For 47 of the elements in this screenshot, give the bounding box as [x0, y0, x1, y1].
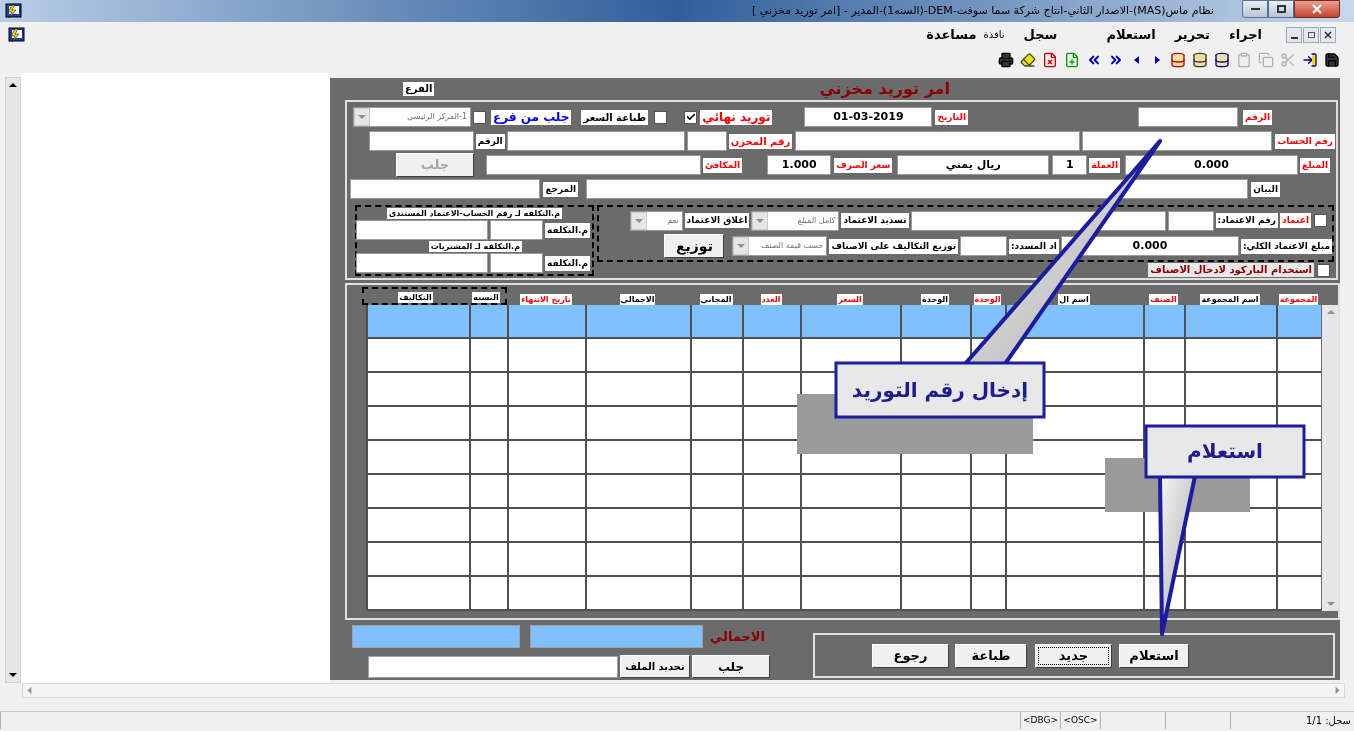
column-header: اسم ال [1058, 294, 1090, 305]
column-header: الوحدة [921, 294, 949, 305]
column-header: النسبه [472, 292, 500, 303]
column-header: اسم المجموعة [1200, 294, 1260, 305]
total-label: الاجمالي [709, 627, 765, 646]
field-label: م.التكلفه [545, 222, 590, 238]
column-header: التكاليف [398, 292, 433, 303]
column-header: الاجمالي [619, 294, 656, 305]
column-header: السعر [837, 294, 863, 305]
column-header: الوحدة [973, 294, 1002, 305]
status-field: <OSC> [1060, 712, 1100, 729]
field-label: البيان [1251, 181, 1280, 197]
field-label: اغلاق الاعتماد [684, 213, 750, 228]
column-header: المجاني [699, 294, 733, 305]
field-label: جلب من فرع [491, 109, 572, 125]
field-label: م.التكلفه [545, 255, 590, 271]
field-label: طباعة السعر [581, 109, 649, 125]
field-label: العملة [1089, 157, 1120, 173]
field-label: استخدام الباركود لادخال الاصناف [1148, 263, 1314, 277]
field-label: الرقم [475, 133, 505, 149]
field-label: اد المسدد: [1009, 238, 1059, 254]
column-header: تاريخ الانتهاء [520, 294, 572, 305]
field-label: توزيع التكاليف على الاصناف [829, 238, 958, 254]
status-field: سجل: 1/1 [1230, 712, 1354, 729]
field-label: رقم المخزن [728, 133, 793, 149]
field-label: المرجع [543, 181, 579, 197]
field-label: اعتماد [1280, 213, 1311, 228]
field-label: م.التكلفه لـ رقم الحساب-الاعتماد المستندى [386, 207, 562, 219]
status-field: <DBG> [1020, 712, 1060, 729]
field-label: المبلغ [1300, 157, 1330, 173]
field-label: م.التكلفه لـ المشتريات [428, 241, 522, 253]
callout-tooltip: استعلام [1105, 424, 1306, 636]
field-label: مبلغ الاعتماد الكلي: [1240, 238, 1332, 254]
field-label: التاريخ [935, 109, 968, 125]
field-label: الرقم [1243, 109, 1272, 125]
field-label: سعر الصرف [834, 157, 893, 173]
form-title: امر توريد مخزني [819, 78, 950, 101]
field-label: رقم الاعتماد: [1215, 213, 1279, 228]
column-header: المجموعة [1278, 294, 1319, 305]
field-label: تسديد الاعتماد [841, 213, 909, 228]
field-label: الفرع [403, 82, 435, 96]
window-title: نظام ماس(MAS)-الاصدار الثاني-انتاج شركة سما سوفت-DEM-(السنه1)-المدير - [امر توريد مخزني ] [751, 2, 1214, 19]
field-label: المكافئ [702, 157, 743, 173]
column-header: العدد [760, 294, 782, 305]
field-label: توريد نهائي [700, 109, 773, 125]
field-label: رقم الحساب [1275, 133, 1335, 149]
column-header: الصنف [1149, 294, 1178, 305]
